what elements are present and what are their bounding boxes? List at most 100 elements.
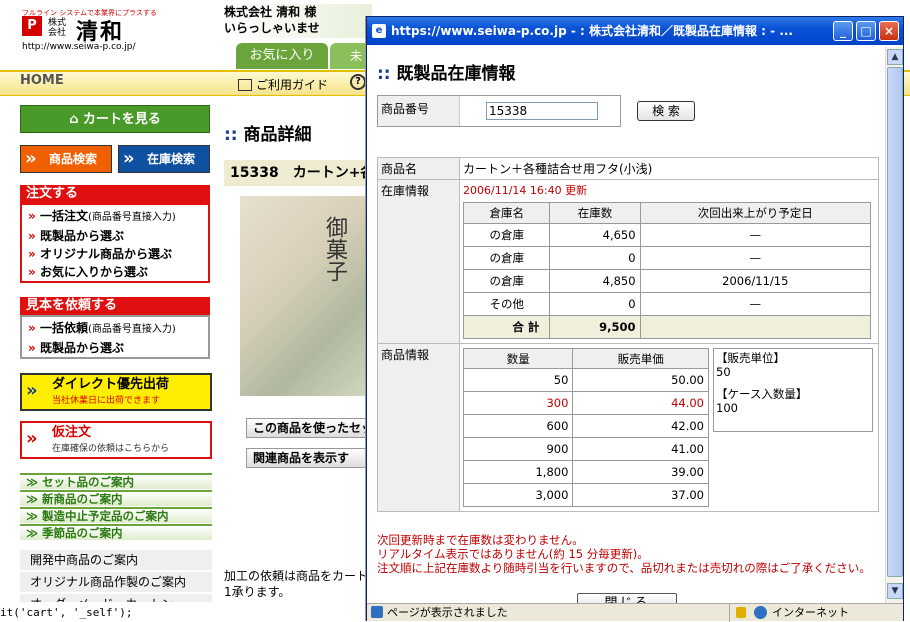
table-row: 3,000 37.00 — [462, 483, 709, 507]
order-link-note: (商品番号直接入力) — [87, 212, 176, 223]
column-header: 倉庫名 — [462, 202, 551, 224]
table-row: の倉庫 0 — — [462, 246, 872, 270]
minimize-icon[interactable]: _ — [833, 21, 853, 41]
product-code-bar: 15338 カートン+各 — [224, 160, 374, 186]
page-loaded-icon — [371, 606, 383, 618]
total-value: 9,500 — [549, 315, 641, 339]
direct-shipping-banner[interactable]: » ダイレクト優先出荷 当社休業日に出荷できます — [20, 373, 212, 411]
product-image[interactable]: 御菓子 — [240, 196, 370, 396]
chevron-right-icon: » — [26, 380, 38, 401]
view-cart-label: カートを見る — [82, 112, 161, 127]
scroll-up-icon[interactable]: ▲ — [887, 49, 903, 65]
karichu-title: 仮注文 — [52, 425, 92, 440]
price-unit: 44.00 — [572, 391, 709, 415]
provisional-order-banner[interactable]: » 仮注文 在庫確保の依頼はこちらから — [20, 421, 212, 459]
table-row: の倉庫 4,850 2006/11/15 — [462, 269, 872, 293]
sample-link-bulk[interactable]: » 一括依頼(商品番号直接入力) — [28, 319, 202, 339]
greeting-welcome: いらっしゃいませ — [224, 21, 320, 35]
zone-text: インターネット — [772, 606, 849, 619]
chevron-right-icon: » — [26, 428, 38, 449]
search-row: 商品番号 — [377, 95, 621, 127]
sidebar-link-discontinued[interactable]: ≫ 製造中止予定品のご案内 — [20, 507, 212, 523]
price-qty: 900 — [462, 437, 574, 461]
order-link-bulk[interactable]: » 一括注文(商品番号直接入力) — [28, 207, 202, 227]
order-link-original[interactable]: » オリジナル商品から選ぶ — [28, 245, 202, 263]
product-search-button[interactable]: » 商品検索 — [20, 145, 112, 173]
price-qty: 1,800 — [462, 460, 574, 484]
next-date: — — [639, 223, 872, 247]
sidebar-link-seasonal[interactable]: ≫ 季節品のご案内 — [20, 524, 212, 540]
price-qty: 300 — [462, 391, 574, 415]
ie-page-icon: e — [372, 24, 386, 38]
order-link-favorites[interactable]: » お気に入りから選ぶ — [28, 263, 202, 281]
next-date: — — [639, 292, 872, 316]
order-link-label: 既製品から選ぶ — [39, 229, 124, 243]
unit-label: 【販売単位】 — [716, 351, 785, 365]
sidebar-link-original[interactable]: オリジナル商品作製のご案内 — [20, 572, 212, 592]
sidebar-link-sets[interactable]: ≫ セット品のご案内 — [20, 473, 212, 489]
next-date: — — [639, 246, 872, 270]
search-button[interactable]: 検 索 — [637, 101, 695, 121]
scroll-thumb[interactable] — [887, 67, 903, 577]
stock-qty: 4,650 — [549, 223, 641, 247]
direct-title: ダイレクト優先出荷 — [52, 377, 170, 392]
column-header: 次回出来上がり予定日 — [639, 202, 872, 224]
close-icon[interactable]: × — [879, 21, 899, 41]
related-products-button[interactable]: 関連商品を表示す — [246, 448, 376, 468]
table-row: その他 0 — — [462, 292, 872, 316]
popup-title: https://www.seiwa-p.co.jp - : 株式会社清和／既製品… — [391, 24, 793, 38]
notice-line: リアルタイム表示ではありません(約 15 分毎更新)。 — [377, 547, 649, 561]
product-info-cell: 数量 販売単価 50 50.00 300 44.00 600 42.00 900 41.… — [459, 343, 879, 512]
warehouse-name: の倉庫 — [462, 246, 551, 270]
page-title-text: 商品詳細 — [243, 125, 312, 145]
lock-icon — [736, 607, 746, 618]
popup-titlebar[interactable]: e https://www.seiwa-p.co.jp - : 株式会社清和／既… — [367, 17, 903, 45]
popup-content: :: 既製品在庫情報 商品番号 検 索 商品名 カートン＋各種詰合せ用フタ(小浅… — [371, 47, 885, 607]
product-number-input[interactable] — [486, 102, 598, 120]
column-header: 販売単価 — [572, 348, 709, 369]
page-title: :: 商品詳細 — [224, 125, 312, 145]
next-date: 2006/11/15 — [639, 269, 872, 293]
security-zone: インターネット — [729, 604, 903, 622]
sample-link-label: 既製品から選ぶ — [39, 341, 124, 355]
case-value: 100 — [716, 401, 738, 415]
stock-qty: 4,850 — [549, 269, 641, 293]
stock-search-label: 在庫検索 — [147, 152, 196, 166]
price-qty: 3,000 — [462, 483, 574, 507]
product-image-calligraphy: 御菓子 — [322, 216, 347, 282]
home-link[interactable]: HOME — [20, 73, 64, 88]
sidebar-link-new[interactable]: ≫ 新商品のご案内 — [20, 490, 212, 506]
unit-value: 50 — [716, 365, 731, 379]
total-empty — [639, 315, 872, 339]
status-text: ページが表示されました — [387, 606, 508, 619]
tab-other[interactable]: 未 — [330, 43, 370, 69]
order-link-label: お気に入りから選ぶ — [39, 265, 148, 279]
vertical-scrollbar[interactable]: ▲ ▼ — [885, 47, 903, 603]
product-search-label: 商品検索 — [49, 152, 98, 166]
sidebar-link-development[interactable]: 開発中商品のご案内 — [20, 550, 212, 570]
stock-search-button[interactable]: » 在庫検索 — [118, 145, 210, 173]
order-box: » 一括注文(商品番号直接入力) » 既製品から選ぶ » オリジナル商品から選ぶ… — [20, 203, 210, 283]
warehouse-name: その他 — [462, 292, 551, 316]
scroll-down-icon[interactable]: ▼ — [887, 583, 903, 599]
guide-link[interactable]: ご利用ガイド — [238, 76, 328, 93]
logo-corp: 株式会社 — [48, 18, 67, 38]
order-link-label: 一括注文 — [39, 209, 88, 223]
view-cart-button[interactable]: ⌂ カートを見る — [20, 105, 210, 133]
site-logo[interactable]: フルライン システムで本業界にプラスする P 株式会社 清和 http://ww… — [18, 8, 218, 58]
search-label: 商品番号 — [378, 96, 460, 126]
chevron-right-icon: » — [123, 148, 135, 169]
table-row-highlight: 300 44.00 — [462, 391, 709, 415]
stock-updated-time: 2006/11/14 16:40 更新 — [463, 184, 588, 197]
order-link-stock[interactable]: » 既製品から選ぶ — [28, 227, 202, 245]
browser-statusbar: ページが表示されました インターネット — [367, 603, 903, 622]
help-icon[interactable]: ? — [350, 74, 366, 90]
sidebar-link-ordermade[interactable]: オーダーメード・カートン — [20, 594, 212, 602]
maximize-icon[interactable]: □ — [856, 21, 876, 41]
sample-link-stock[interactable]: » 既製品から選ぶ — [28, 339, 202, 357]
tab-favorites[interactable]: お気に入り — [236, 43, 328, 69]
table-row: 1,800 39.00 — [462, 460, 709, 484]
total-row: 合 計 9,500 — [462, 315, 872, 339]
order-heading: 注文する — [20, 185, 210, 203]
set-products-button[interactable]: この商品を使ったセット — [246, 418, 376, 438]
